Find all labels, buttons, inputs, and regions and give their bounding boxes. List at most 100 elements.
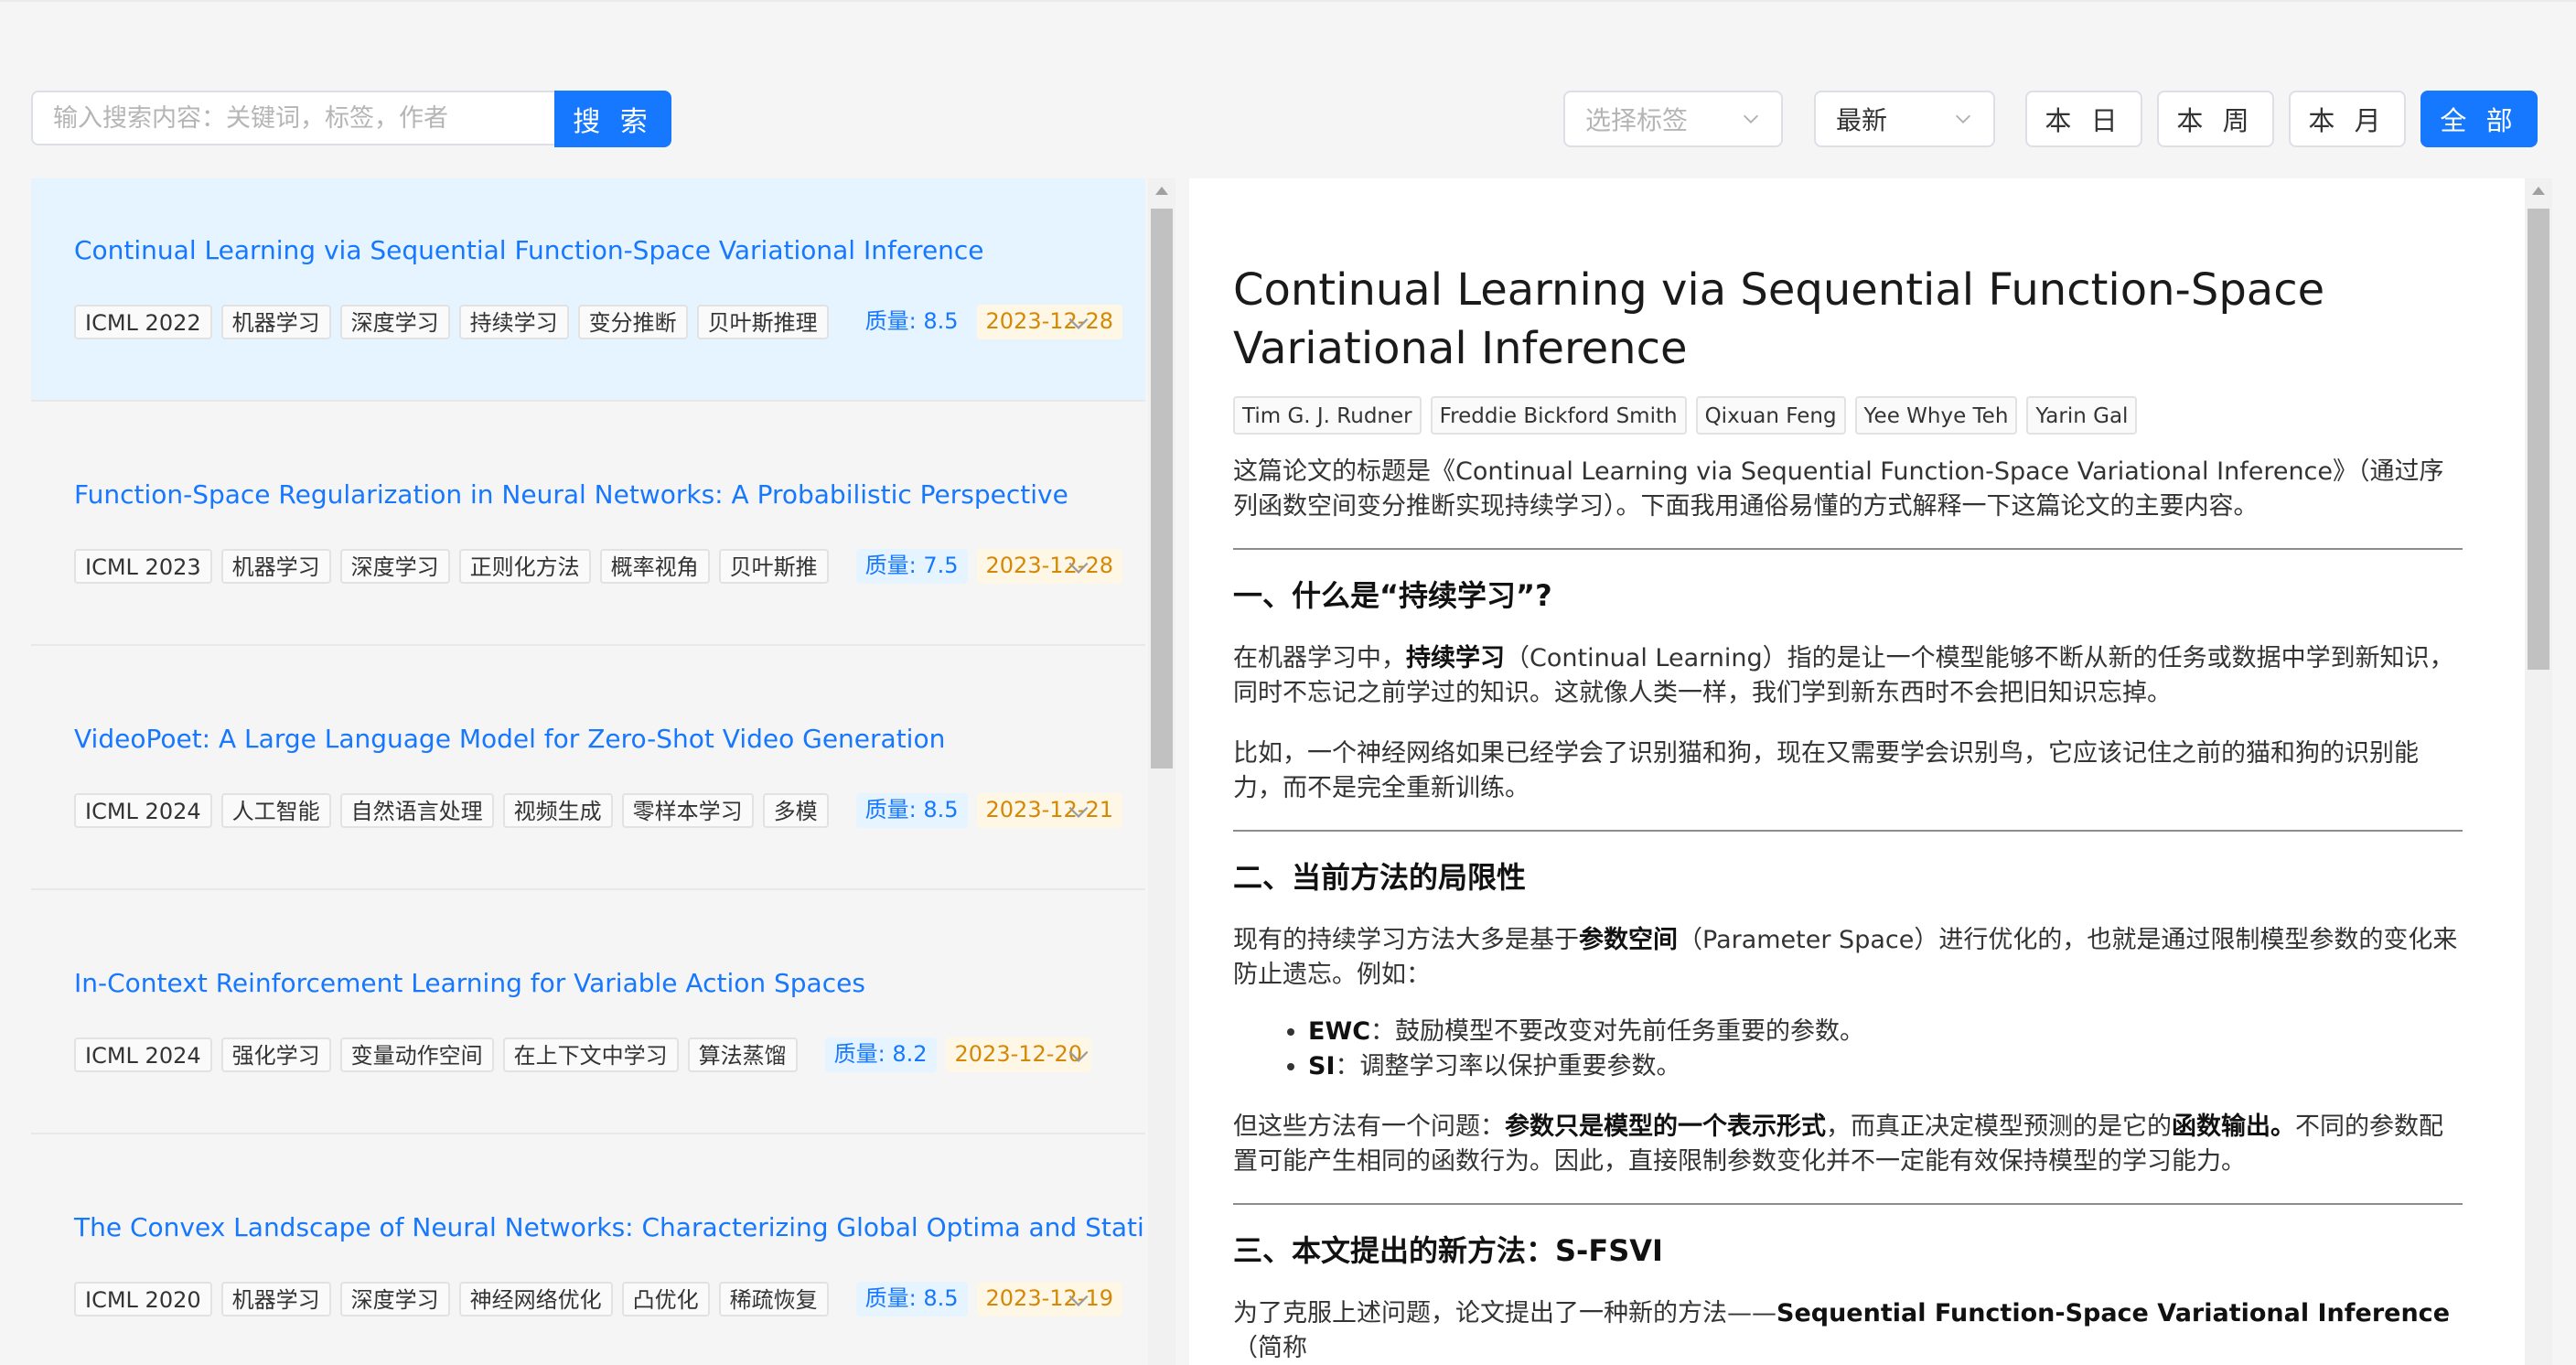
body-paragraph: 为了克服上述问题，论文提出了一种新的方法——Sequential Functio… <box>1233 1296 2463 1365</box>
topic-tag: 在上下文中学习 <box>502 1037 679 1072</box>
date-badge: 2023-12-28 <box>976 549 1122 584</box>
search-button[interactable]: 搜 索 <box>554 91 671 147</box>
body-paragraph: 比如，一个神经网络如果已经学会了识别猫和狗，现在又需要学会识别鸟，它应该记住之前… <box>1233 739 2419 802</box>
topic-tag: 深度学习 <box>339 305 450 339</box>
topic-tag: 人工智能 <box>220 793 331 828</box>
range-today-button[interactable]: 本 日 <box>2025 91 2142 147</box>
body-paragraph: 在机器学习中，持续学习（Continual Learning）指的是让一个模型能… <box>1233 641 2463 711</box>
bold-term: 参数只是模型的一个表示形式 <box>1505 1112 1826 1141</box>
chevron-down-icon[interactable] <box>1067 800 1090 823</box>
range-all-button[interactable]: 全 部 <box>2420 91 2538 147</box>
chevron-down-icon[interactable] <box>1067 1044 1090 1068</box>
body-text: 为了克服上述问题，论文提出了一种新的方法—— <box>1233 1299 1776 1327</box>
chevron-down-icon[interactable] <box>1067 555 1090 579</box>
author-tag[interactable]: Yarin Gal <box>2026 396 2138 435</box>
body-text: （简称 <box>1233 1334 1307 1362</box>
paper-title[interactable]: The Convex Landscape of Neural Networks:… <box>74 1212 1145 1242</box>
date-badge: 2023-12-21 <box>976 793 1122 828</box>
paper-title[interactable]: Continual Learning via Sequential Functi… <box>74 235 984 265</box>
quality-badge: 质量: 8.2 <box>824 1037 937 1072</box>
bold-term: EWC <box>1308 1017 1371 1046</box>
bold-term: 函数输出。 <box>2172 1112 2295 1141</box>
topic-tag: 自然语言处理 <box>339 793 494 828</box>
author-tag[interactable]: Yee Whye Teh <box>1854 396 2018 435</box>
topic-tag: 凸优化 <box>621 1282 710 1317</box>
topic-tag: 算法蒸馏 <box>687 1037 798 1072</box>
paper-list-item[interactable]: The Convex Landscape of Neural Networks:… <box>31 1155 1145 1365</box>
paper-title[interactable]: Function-Space Regularization in Neural … <box>74 479 1068 510</box>
sort-select-value: 最新 <box>1836 105 1888 135</box>
body-text: 现有的持续学习方法大多是基于 <box>1233 926 1579 954</box>
chevron-down-icon[interactable] <box>1067 311 1090 335</box>
body-text: ：鼓励模型不要改变对先前任务重要的参数。 <box>1370 1017 1865 1046</box>
sort-select[interactable]: 最新 <box>1814 91 1995 147</box>
bold-term: Sequential Function-Space Variational In… <box>1776 1299 2451 1327</box>
body-paragraph: 但这些方法有一个问题：参数只是模型的一个表示形式，而真正决定模型预测的是它的函数… <box>1233 1110 2463 1179</box>
author-tag[interactable]: Freddie Bickford Smith <box>1430 396 1687 435</box>
bold-term: 参数空间 <box>1579 926 1678 954</box>
venue-tag: ICML 2024 <box>74 1037 212 1072</box>
bullet-item: EWC：鼓励模型不要改变对先前任务重要的参数。 <box>1308 1015 2463 1049</box>
body-paragraph: 现有的持续学习方法大多是基于参数空间（Parameter Space）进行优化的… <box>1233 923 2463 993</box>
detail-title: Continual Learning via Sequential Functi… <box>1233 264 2325 374</box>
topic-tag: 机器学习 <box>220 305 331 339</box>
list-scrollbar-thumb[interactable] <box>1151 209 1173 768</box>
paper-tags: ICML 2022 机器学习 深度学习 持续学习 变分推断 贝叶斯推理 质量: … <box>74 305 1132 339</box>
range-week-button[interactable]: 本 周 <box>2157 91 2274 147</box>
paper-list-item[interactable]: Continual Learning via Sequential Functi… <box>31 178 1145 402</box>
scroll-up-arrow-icon[interactable] <box>2532 187 2545 195</box>
section-divider <box>1233 548 2463 550</box>
bullet-item: SI：调整学习率以保护重要参数。 <box>1308 1049 2463 1084</box>
topic-tag: 概率视角 <box>599 549 710 584</box>
paper-list-item[interactable]: In-Context Reinforcement Learning for Va… <box>31 911 1145 1134</box>
section-divider <box>1233 830 2463 832</box>
paper-list-item[interactable]: Function-Space Regularization in Neural … <box>31 423 1145 646</box>
section-heading: 三、本文提出的新方法：S-FSVI <box>1233 1233 1663 1268</box>
topic-tag: 机器学习 <box>220 1282 331 1317</box>
author-list: Tim G. J. Rudner Freddie Bickford Smith … <box>1233 396 2463 435</box>
paper-tags: ICML 2024 人工智能 自然语言处理 视频生成 零样本学习 多模 质量: … <box>74 793 1132 828</box>
window-top-border <box>0 0 2576 2</box>
paper-tags: ICML 2020 机器学习 深度学习 神经网络优化 凸优化 稀疏恢复 质量: … <box>74 1282 1132 1317</box>
chevron-down-icon <box>1744 114 1758 124</box>
topic-tag: 视频生成 <box>502 793 613 828</box>
bold-term: SI <box>1308 1052 1336 1080</box>
section-divider <box>1233 1203 2463 1205</box>
quality-badge: 质量: 8.5 <box>855 793 968 828</box>
venue-tag: ICML 2023 <box>74 549 212 584</box>
venue-tag: ICML 2024 <box>74 793 212 828</box>
topic-tag: 深度学习 <box>339 1282 450 1317</box>
topic-tag: 稀疏恢复 <box>718 1282 829 1317</box>
quality-badge: 质量: 7.5 <box>855 549 968 584</box>
paper-title[interactable]: VideoPoet: A Large Language Model for Ze… <box>74 724 945 754</box>
topic-tag: 持续学习 <box>458 305 569 339</box>
detail-scrollbar-thumb[interactable] <box>2528 209 2549 670</box>
topic-tag: 机器学习 <box>220 549 331 584</box>
tag-select[interactable]: 选择标签 <box>1563 91 1783 147</box>
quality-badge: 质量: 8.5 <box>855 1282 968 1317</box>
tag-select-placeholder: 选择标签 <box>1585 105 1689 135</box>
section-heading: 一、什么是“持续学习”? <box>1233 578 1552 613</box>
bold-term: 持续学习 <box>1406 644 1505 672</box>
bullet-list: EWC：鼓励模型不要改变对先前任务重要的参数。 SI：调整学习率以保护重要参数。 <box>1233 1015 2463 1084</box>
author-tag[interactable]: Qixuan Feng <box>1695 396 1846 435</box>
topic-tag: 零样本学习 <box>621 793 754 828</box>
search-input[interactable] <box>31 91 554 145</box>
topic-tag: 变量动作空间 <box>339 1037 494 1072</box>
paper-tags: ICML 2024 强化学习 变量动作空间 在上下文中学习 算法蒸馏 质量: 8… <box>74 1037 1100 1072</box>
scroll-up-arrow-icon[interactable] <box>1155 187 1168 195</box>
range-month-button[interactable]: 本 月 <box>2289 91 2406 147</box>
paper-list: Continual Learning via Sequential Functi… <box>31 178 1145 1365</box>
venue-tag: ICML 2020 <box>74 1282 212 1317</box>
date-badge: 2023-12-19 <box>976 1282 1122 1317</box>
paper-title[interactable]: In-Context Reinforcement Learning for Va… <box>74 968 865 998</box>
author-tag[interactable]: Tim G. J. Rudner <box>1233 396 1422 435</box>
topic-tag: 变分推断 <box>577 305 688 339</box>
paper-list-item[interactable]: VideoPoet: A Large Language Model for Ze… <box>31 667 1145 890</box>
paper-tags: ICML 2023 机器学习 深度学习 正则化方法 概率视角 贝叶斯推 质量: … <box>74 549 1132 584</box>
topic-tag: 正则化方法 <box>458 549 591 584</box>
body-text: 但这些方法有一个问题： <box>1233 1112 1505 1141</box>
chevron-down-icon[interactable] <box>1067 1288 1090 1312</box>
quality-badge: 质量: 8.5 <box>855 305 968 339</box>
topic-tag: 神经网络优化 <box>458 1282 613 1317</box>
